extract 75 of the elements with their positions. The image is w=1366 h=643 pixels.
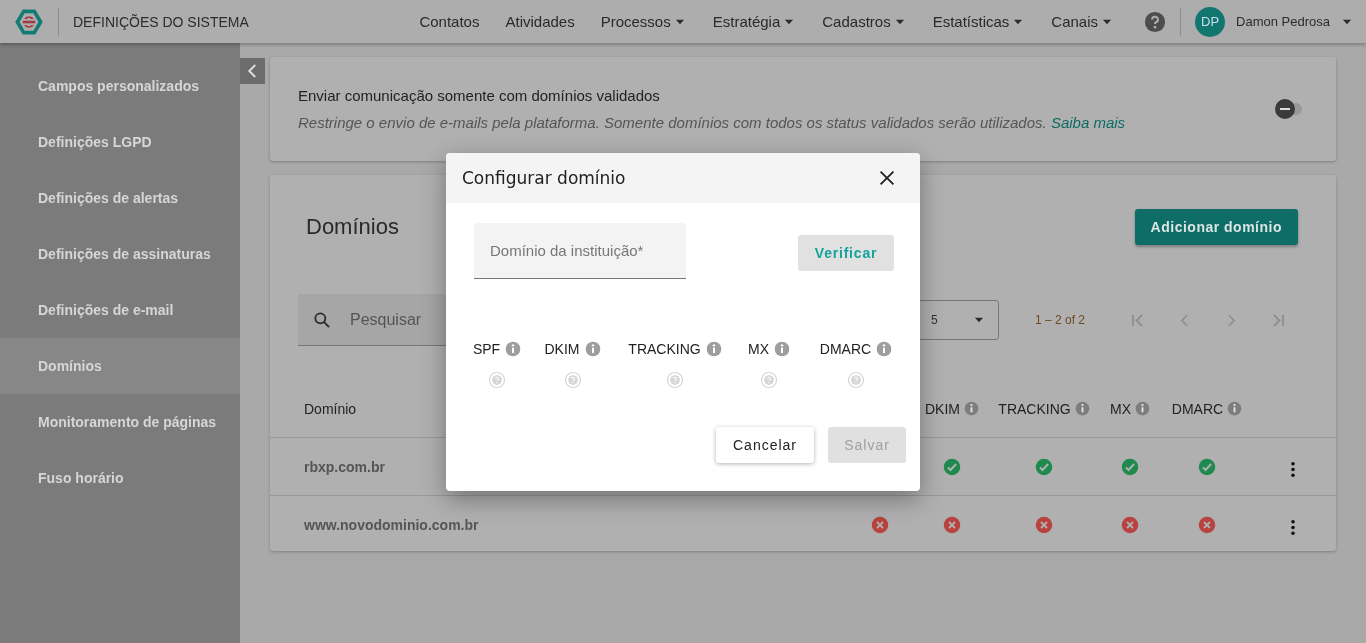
section-title: Domínios	[306, 214, 399, 240]
column-header: DMARC	[1171, 400, 1224, 417]
setting-title: Enviar comunicação somente com domínios validados	[298, 87, 661, 104]
domain-name: rbxp.com.br	[304, 458, 385, 475]
info-icon	[505, 341, 522, 357]
check-label: DMARC	[819, 341, 872, 357]
check-label: MX	[748, 341, 769, 357]
collapse-button[interactable]	[240, 58, 265, 84]
error-circle-icon	[1198, 515, 1216, 534]
check-circle-icon	[1198, 457, 1216, 476]
more-options-button[interactable]	[1291, 462, 1295, 477]
page-range: 1 – 2 of 2	[1035, 313, 1086, 327]
chevron-right-icon	[1227, 313, 1235, 327]
more-options-button[interactable]	[1291, 520, 1295, 535]
nav-menu-link[interactable]: Estatísticas	[932, 13, 1026, 30]
learn-more-link[interactable]: Saiba mais	[1050, 114, 1126, 131]
dialog-title: Configurar domínio	[462, 168, 626, 188]
error-circle-icon	[1035, 515, 1053, 534]
nav-menu-link[interactable]: Atividades	[505, 13, 575, 30]
nav-menu-link[interactable]: Canais	[1051, 13, 1115, 30]
nav-menu-link[interactable]: Cadastros	[822, 13, 907, 30]
search-icon	[312, 310, 332, 330]
sidebar-item[interactable]: Definições de alertas	[0, 170, 240, 226]
check-label: SPF	[472, 341, 501, 357]
help-circle-icon	[488, 371, 506, 389]
toggle-switch[interactable]	[1276, 99, 1304, 119]
nav-menu-link[interactable]: Estratégia	[712, 13, 797, 30]
sidebar-item[interactable]: Domínios	[0, 338, 240, 394]
last-page-icon	[1272, 313, 1284, 327]
cancel-button[interactable]: Cancelar	[716, 427, 814, 463]
setting-description: Restringe o envio de e-mails pela plataforma. Somente domínios com todos os status validados serão utilizados. Saiba mais	[298, 114, 1126, 131]
column-header: DKIM	[925, 400, 960, 417]
info-icon	[876, 341, 893, 357]
info-icon	[705, 341, 722, 357]
sidebar-item[interactable]: Fuso horário	[0, 450, 240, 506]
info-icon	[1227, 401, 1243, 416]
info-icon	[584, 341, 601, 357]
check-circle-icon	[1035, 457, 1053, 476]
info-icon	[774, 341, 790, 357]
sidebar-item[interactable]: Definições de e-mail	[0, 282, 240, 338]
kebab-icon	[1291, 462, 1295, 477]
verify-button[interactable]: Verificar	[798, 235, 894, 271]
chevron-left-icon	[1180, 313, 1188, 327]
help-circle-icon	[760, 371, 778, 389]
nav-menu-link[interactable]: Processos	[600, 13, 687, 30]
sidebar-item[interactable]: Definições LGPD	[0, 114, 240, 170]
error-circle-icon	[943, 515, 961, 534]
nav-menu-link[interactable]: Contatos	[419, 13, 480, 30]
column-header: Domínio	[304, 400, 357, 417]
user-avatar[interactable]: DP	[1195, 6, 1226, 37]
help-circle-icon	[563, 371, 582, 389]
domain-name: www.novodominio.com.br	[304, 516, 479, 533]
check-label: TRACKING	[628, 341, 701, 357]
check-circle-icon	[943, 457, 961, 476]
sidebar-item[interactable]: Monitoramento de páginas	[0, 394, 240, 450]
help-circle-icon	[666, 371, 684, 389]
page-title: DEFINIÇÕES DO SISTEMA	[73, 13, 249, 30]
sidebar-item[interactable]: Definições de assinaturas	[0, 226, 240, 282]
user-name[interactable]: Damon Pedrosa	[1236, 14, 1330, 29]
first-page-icon	[1131, 313, 1143, 327]
check-label: DKIM	[544, 341, 580, 357]
help-icon	[1144, 10, 1167, 33]
info-icon	[1135, 401, 1150, 416]
sidebar-item[interactable]: Campos personalizados	[0, 58, 240, 114]
check-circle-icon	[1121, 457, 1139, 476]
column-header: MX	[1110, 400, 1131, 417]
kebab-icon	[1291, 520, 1295, 535]
column-header: TRACKING	[998, 400, 1071, 417]
add-domain-button[interactable]: Adicionar domínio	[1134, 209, 1298, 245]
domain-input-field[interactable]: Domínio da instituição*	[474, 223, 686, 279]
info-icon	[1074, 401, 1090, 416]
error-circle-icon	[1121, 515, 1139, 534]
info-icon	[964, 401, 979, 416]
error-circle-icon	[871, 515, 889, 534]
help-circle-icon	[847, 371, 865, 389]
